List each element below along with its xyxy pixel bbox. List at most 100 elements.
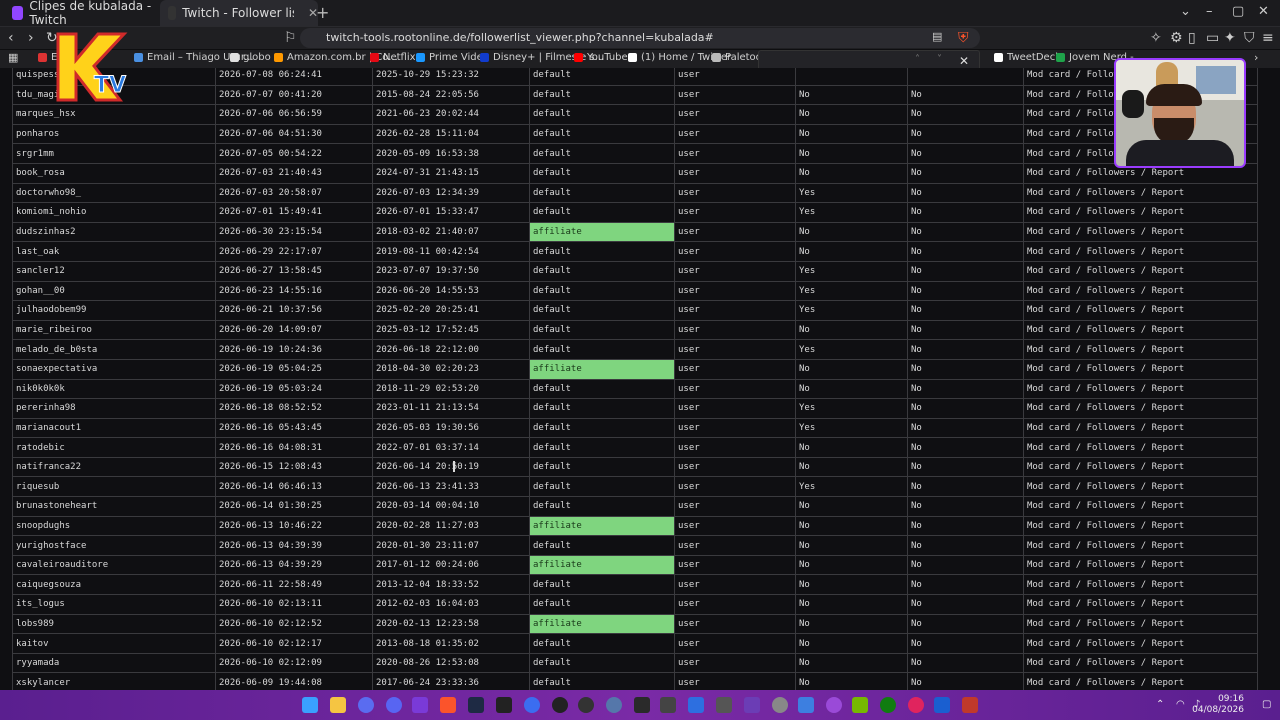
app-icon[interactable] xyxy=(524,697,540,713)
find-down-icon[interactable]: ˅ xyxy=(937,54,942,65)
app-icon[interactable] xyxy=(934,697,950,713)
flag-b-cell: No xyxy=(907,594,1024,615)
actions-cell[interactable]: Mod card / Followers / Report xyxy=(1023,437,1258,458)
username-cell: cavaleiroauditore xyxy=(12,554,216,576)
created-at-cell: 2018-04-30 02:20:23 xyxy=(372,358,530,380)
sidebar-icon[interactable]: ▯ xyxy=(1188,30,1196,46)
actions-cell[interactable]: Mod card / Followers / Report xyxy=(1023,554,1258,576)
bookmark-globo[interactable]: globo xyxy=(230,52,271,63)
flag-b-cell: No xyxy=(907,280,1024,302)
xbox-icon[interactable] xyxy=(880,697,896,713)
user-type-cell: user xyxy=(674,476,796,498)
app-icon[interactable] xyxy=(578,697,594,713)
actions-cell[interactable]: Mod card / Followers / Report xyxy=(1023,378,1258,400)
actions-cell[interactable]: Mod card / Followers / Report xyxy=(1023,613,1258,635)
new-tab-icon[interactable]: + xyxy=(316,3,329,22)
broadcaster-type-cell: default xyxy=(529,594,675,615)
clock[interactable]: 09:16 04/08/2026 xyxy=(1192,694,1244,716)
actions-cell[interactable]: Mod card / Followers / Report xyxy=(1023,594,1258,615)
tab-follower-viewer[interactable]: Twitch - Follower list viewer - ku ✕ xyxy=(160,0,318,26)
bookmark-icon[interactable]: ⚐ xyxy=(284,30,297,46)
actions-cell[interactable]: Mod card / Followers / Report xyxy=(1023,672,1258,690)
app-icon[interactable] xyxy=(634,697,650,713)
created-at-cell: 2017-06-24 23:33:36 xyxy=(372,672,530,690)
actions-cell[interactable]: Mod card / Followers / Report xyxy=(1023,417,1258,439)
menu-icon[interactable]: ≡ xyxy=(1262,30,1274,46)
steam-icon[interactable] xyxy=(468,697,484,713)
actions-cell[interactable]: Mod card / Followers / Report xyxy=(1023,241,1258,262)
app-icon[interactable] xyxy=(496,697,512,713)
app-icon[interactable] xyxy=(606,697,622,713)
network-icon[interactable]: ◠ xyxy=(1176,699,1185,710)
bookmark-netflix[interactable]: Netflix xyxy=(370,52,416,63)
address-url[interactable]: twitch-tools.rootonline.de/followerlist_… xyxy=(326,31,714,44)
broadcaster-type-cell: affiliate xyxy=(529,221,675,243)
actions-cell[interactable]: Mod card / Followers / Report xyxy=(1023,339,1258,360)
app-icon[interactable] xyxy=(826,697,842,713)
twitch-icon[interactable] xyxy=(412,697,428,713)
actions-cell[interactable]: Mod card / Followers / Report xyxy=(1023,496,1258,517)
back-icon[interactable]: ‹ xyxy=(8,30,14,46)
minimize-icon[interactable]: – xyxy=(1206,4,1213,19)
netflix-icon xyxy=(370,53,379,62)
app-icon[interactable] xyxy=(660,697,676,713)
file-explorer-icon[interactable] xyxy=(330,697,346,713)
apps-grid-icon[interactable]: ▦ xyxy=(8,51,18,64)
actions-cell[interactable]: Mod card / Followers / Report xyxy=(1023,574,1258,596)
app-icon[interactable] xyxy=(552,697,568,713)
reader-icon[interactable]: ▤ xyxy=(932,30,942,43)
app-icon[interactable] xyxy=(962,697,978,713)
actions-cell[interactable]: Mod card / Followers / Report xyxy=(1023,182,1258,204)
vpn-icon[interactable]: ⛉ xyxy=(1244,30,1255,46)
tray-chevron-icon[interactable]: ⌃ xyxy=(1156,699,1164,710)
find-up-icon[interactable]: ˄ xyxy=(915,54,920,65)
app-icon[interactable] xyxy=(358,697,374,713)
wallet-icon[interactable]: ▭ xyxy=(1206,30,1219,46)
more-bookmarks-icon[interactable]: › xyxy=(1254,51,1258,64)
app-icon[interactable] xyxy=(908,697,924,713)
chevron-down-icon[interactable]: ⌄ xyxy=(1180,4,1191,19)
app-icon[interactable] xyxy=(716,697,732,713)
app-icon[interactable] xyxy=(744,697,760,713)
notification-icon[interactable]: ▢ xyxy=(1262,699,1271,710)
username-cell: book_rosa xyxy=(12,162,216,184)
find-close-icon[interactable]: ✕ xyxy=(959,54,969,68)
actions-cell[interactable]: Mod card / Followers / Report xyxy=(1023,633,1258,654)
actions-cell[interactable]: Mod card / Followers / Report xyxy=(1023,260,1258,282)
brave-icon[interactable] xyxy=(440,697,456,713)
close-window-icon[interactable]: ✕ xyxy=(1258,4,1269,19)
actions-cell[interactable]: Mod card / Followers / Report xyxy=(1023,535,1258,556)
app-icon[interactable] xyxy=(688,697,704,713)
actions-cell[interactable]: Mod card / Followers / Report xyxy=(1023,202,1258,223)
tab-clipes[interactable]: Clipes de kubalada - Twitch xyxy=(8,0,162,27)
puzzle-icon[interactable]: ⚙ xyxy=(1170,30,1183,46)
actions-cell[interactable]: Mod card / Followers / Report xyxy=(1023,398,1258,419)
actions-cell[interactable]: Mod card / Followers / Report xyxy=(1023,221,1258,243)
bookmark-prime-video[interactable]: Prime Video xyxy=(416,52,489,63)
actions-cell[interactable]: Mod card / Followers / Report xyxy=(1023,319,1258,341)
app-icon[interactable] xyxy=(772,697,788,713)
app-icon[interactable] xyxy=(798,697,814,713)
flag-b-cell: No xyxy=(907,496,1024,517)
follower-row: riquesub 2026-06-14 06:46:13 2026-06-13 23… xyxy=(12,476,1258,498)
actions-cell[interactable]: Mod card / Followers / Report xyxy=(1023,280,1258,302)
actions-cell[interactable]: Mod card / Followers / Report xyxy=(1023,476,1258,498)
start-icon[interactable] xyxy=(302,697,318,713)
actions-cell[interactable]: Mod card / Followers / Report xyxy=(1023,456,1258,478)
forward-icon[interactable]: › xyxy=(28,30,34,46)
extensions-icon[interactable]: ✧ xyxy=(1150,30,1162,46)
maximize-icon[interactable]: ▢ xyxy=(1232,4,1244,19)
discord-icon[interactable] xyxy=(386,697,402,713)
leo-icon[interactable]: ✦ xyxy=(1224,30,1236,46)
followed-at-cell: 2026-06-09 19:44:08 xyxy=(215,672,373,690)
nvidia-icon[interactable] xyxy=(852,697,868,713)
actions-cell[interactable]: Mod card / Followers / Report xyxy=(1023,358,1258,380)
actions-cell[interactable]: Mod card / Followers / Report xyxy=(1023,652,1258,674)
actions-cell[interactable]: Mod card / Followers / Report xyxy=(1023,300,1258,321)
bookmark-tweetdeck[interactable]: TweetDeck xyxy=(994,52,1061,63)
brave-shield-icon[interactable]: ⛨ xyxy=(958,30,969,46)
user-type-cell: user xyxy=(674,241,796,262)
bookmark-youtube[interactable]: YouTube xyxy=(574,52,628,63)
actions-cell[interactable]: Mod card / Followers / Report xyxy=(1023,515,1258,537)
bookmarks-bar: ▦ Em Email – Thiago Urur... globo Amazon… xyxy=(0,50,1280,69)
